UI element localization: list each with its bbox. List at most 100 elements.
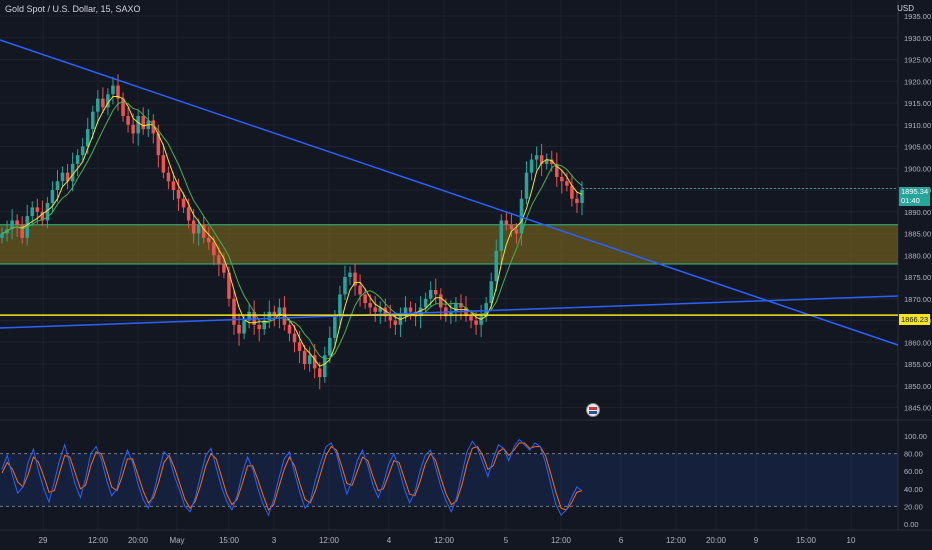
candle-body — [423, 298, 428, 308]
time-tick-label: 12:00 — [434, 536, 455, 545]
candle-body — [580, 190, 584, 204]
time-tick-label: 20:00 — [128, 536, 149, 545]
time-tick-label: 6 — [619, 536, 624, 545]
candle-body — [207, 237, 211, 243]
candle-body — [302, 350, 307, 364]
time-tick-label: 12:00 — [88, 536, 109, 545]
time-tick-label: 12:00 — [666, 536, 687, 545]
candle-body — [368, 303, 372, 308]
price-axis: 1935.00 1930.00 1925.00 1920.00 1915.00 1910.… — [904, 12, 931, 529]
supply-demand-zone — [0, 224, 898, 264]
candle-body — [560, 176, 564, 182]
candle-body — [191, 220, 196, 234]
rsi-tick-label: 0.00 — [904, 520, 919, 529]
candle-body — [287, 324, 292, 334]
candle-body — [575, 198, 579, 204]
price-tick-label: 1930.00 — [904, 34, 931, 43]
candle-body — [398, 316, 403, 325]
time-tick-label: 10 — [847, 536, 856, 545]
rsi-tick-label: 80.00 — [904, 450, 923, 459]
stochastic-rsi-pane — [0, 438, 898, 517]
candle-body — [338, 294, 342, 317]
candle-body — [50, 190, 55, 204]
time-tick-label: 20:00 — [706, 536, 727, 545]
bar-countdown: 01:40 — [901, 196, 920, 205]
currency-label: USD — [897, 4, 914, 13]
price-tick-label: 1850.00 — [904, 382, 931, 391]
price-tick-label: 1890.00 — [904, 208, 931, 217]
candle-body — [242, 320, 246, 334]
time-tick-label: 29 — [39, 536, 48, 545]
candle-body — [328, 337, 332, 356]
candle-body — [509, 224, 514, 230]
candle-body — [91, 111, 95, 130]
candle-body — [161, 155, 166, 173]
candle-body — [348, 272, 352, 277]
time-tick-label: 4 — [387, 536, 392, 545]
rsi-tick-label: 100.00 — [904, 432, 927, 441]
candle-body — [141, 116, 145, 130]
candle-body — [237, 324, 241, 334]
candle-body — [196, 224, 201, 234]
price-tick-label: 1875.00 — [904, 273, 931, 282]
candle-body — [217, 255, 221, 264]
candle-body — [186, 207, 191, 221]
time-tick-label: 12:00 — [319, 536, 340, 545]
candle-body — [358, 285, 362, 295]
candle-body — [494, 250, 499, 282]
price-tick-label: 1845.00 — [904, 404, 931, 413]
flag-top-stripe — [589, 407, 597, 410]
price-tick-label: 1885.00 — [904, 230, 931, 239]
candle-body — [35, 207, 40, 212]
candle-body — [212, 242, 216, 256]
candle-body — [514, 229, 519, 234]
economic-event-flag-icon[interactable] — [586, 403, 600, 417]
candle-body — [292, 333, 297, 343]
candle-body — [439, 294, 443, 308]
price-grid — [0, 0, 932, 531]
candle-body — [317, 368, 322, 378]
candle-body — [489, 281, 493, 304]
time-tick-label: 3 — [272, 536, 277, 545]
candle-body — [343, 277, 347, 295]
time-tick-label: 5 — [504, 536, 509, 545]
candle-body — [373, 307, 377, 312]
candle-body — [60, 172, 65, 182]
candle-body — [479, 316, 483, 325]
rsi-tick-label: 60.00 — [904, 467, 923, 476]
candle-body — [111, 85, 115, 95]
candle-body — [534, 155, 539, 160]
price-tick-label: 1880.00 — [904, 251, 931, 260]
candle-body — [499, 220, 504, 251]
candle-body — [55, 181, 60, 190]
candle-body — [136, 116, 140, 134]
time-tick-label: 12:00 — [551, 536, 572, 545]
rsi-tick-label: 20.00 — [904, 502, 923, 511]
ascending-trendline — [0, 295, 899, 329]
candle-body — [181, 198, 186, 208]
candle-body — [428, 290, 433, 299]
candle-body — [363, 294, 367, 304]
symbol-title[interactable]: Gold Spot / U.S. Dollar, 15, SAXO — [5, 4, 141, 14]
candle-body — [393, 320, 398, 325]
last-price-badge: 1895.34 01:40 — [899, 187, 930, 206]
candle-body — [504, 220, 509, 225]
candle-body — [232, 298, 236, 325]
price-tick-label: 1860.00 — [904, 338, 931, 347]
candle-body — [433, 290, 438, 295]
candle-body — [131, 124, 135, 134]
rsi-tick-label: 40.00 — [904, 485, 923, 494]
price-tick-label: 1855.00 — [904, 360, 931, 369]
candle-body — [85, 129, 90, 147]
candle-body — [166, 172, 171, 182]
candle-body — [96, 98, 100, 112]
candle-body — [474, 320, 478, 325]
price-tick-label: 1870.00 — [904, 295, 931, 304]
time-tick-label: 9 — [754, 536, 759, 545]
price-zone — [0, 224, 898, 265]
candle-body — [307, 355, 312, 364]
candle-body — [80, 146, 85, 156]
candle-body — [297, 342, 302, 351]
chart-canvas[interactable]: 1935.00 1930.00 1925.00 1920.00 1915.00 1910.… — [0, 0, 932, 550]
time-axis: 29 12:00 20:00 May 15:00 3 12:00 4 12:00 5 12:00 6 1… — [39, 536, 856, 545]
